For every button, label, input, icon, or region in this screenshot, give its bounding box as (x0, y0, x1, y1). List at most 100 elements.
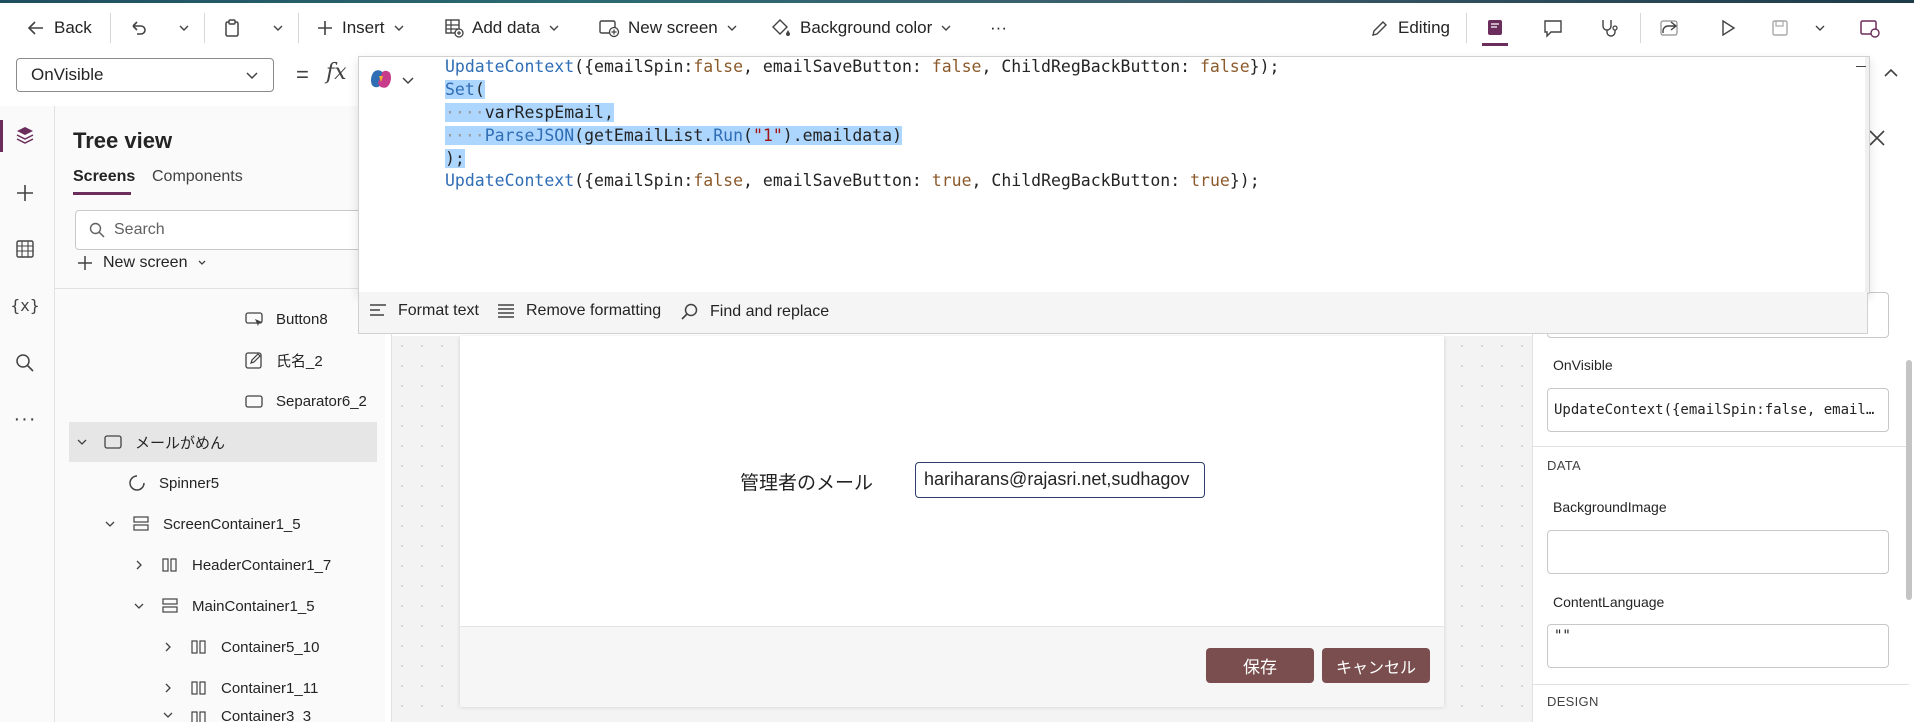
tree-item-container1-11[interactable]: Container1_11 (55, 669, 391, 707)
app-checker-notes-button[interactable] (1484, 14, 1506, 42)
rail-active-indicator (0, 120, 3, 152)
chevron-up-icon[interactable] (1882, 64, 1900, 82)
search-icon[interactable] (12, 350, 38, 376)
back-button[interactable]: Back (26, 14, 92, 42)
properties-scrollbar[interactable] (1906, 360, 1912, 600)
content-language-field[interactable]: "" (1547, 624, 1889, 668)
tree-item-label: Separator6_2 (276, 392, 367, 410)
save-app-button[interactable] (1770, 14, 1790, 42)
background-color-label: Background color (800, 18, 933, 37)
chevron-down-icon (393, 22, 405, 34)
stethoscope-icon (1598, 17, 1620, 39)
tree-item-email-screen[interactable]: メールがめん (55, 423, 391, 461)
chevron-right-icon[interactable] (132, 558, 146, 572)
more-options-button[interactable]: ··· (990, 14, 1007, 42)
chevron-down-icon (245, 68, 259, 82)
editing-mode-button[interactable]: Editing (1370, 14, 1450, 42)
tree-item-label: HeaderContainer1_7 (192, 556, 332, 574)
tree-item-label: Spinner5 (159, 474, 220, 492)
preview-button[interactable] (1718, 14, 1738, 42)
arrow-left-icon (26, 18, 46, 38)
save-button[interactable]: 保存 (1206, 648, 1314, 683)
pencil-icon (1370, 18, 1390, 38)
data-table-icon[interactable] (12, 236, 38, 262)
find-and-replace-button[interactable]: Find and replace (680, 302, 829, 322)
rectangle-icon (244, 391, 264, 411)
tree-item-screencontainer1-5[interactable]: ScreenContainer1_5 (55, 505, 391, 543)
chevron-down-icon (940, 22, 952, 34)
format-text-label: Format text (398, 302, 479, 319)
new-screen-icon (598, 18, 620, 38)
tree-search-box[interactable]: Search (75, 210, 395, 250)
save-dropdown-button[interactable] (1814, 14, 1826, 42)
property-dropdown-value: OnVisible (31, 65, 104, 84)
chevron-down-icon (178, 22, 190, 34)
chevron-down-icon (197, 258, 207, 268)
chevron-down-icon[interactable] (161, 708, 175, 722)
code-line-3: ····varRespEmail, (445, 103, 614, 122)
remove-formatting-button[interactable]: Remove formatting (496, 302, 661, 320)
admin-email-input[interactable]: hariharans@rajasri.net,sudhagov (915, 462, 1205, 498)
chevron-down-icon[interactable] (103, 517, 117, 531)
paste-button[interactable] (222, 14, 242, 42)
tab-screens[interactable]: Screens (73, 168, 135, 186)
tab-active-indicator (73, 192, 131, 195)
tree-item-headercontainer1-7[interactable]: HeaderContainer1_7 (55, 546, 391, 584)
horizontal-container-icon (189, 678, 209, 698)
chevron-down-icon (1814, 22, 1826, 34)
collapse-indicator (1856, 66, 1866, 67)
tab-components[interactable]: Components (152, 168, 243, 186)
chevron-down-icon[interactable] (132, 599, 146, 613)
copilot-icon[interactable] (369, 67, 393, 91)
tree-item-spinner5[interactable]: Spinner5 (55, 464, 391, 502)
data-section-header: DATA (1547, 458, 1581, 473)
share-button[interactable] (1658, 14, 1680, 42)
more-icon: ··· (990, 18, 1007, 37)
chevron-down-icon[interactable] (75, 435, 89, 449)
remove-formatting-icon (496, 302, 516, 320)
tree-divider (55, 288, 391, 289)
variables-icon[interactable]: {x} (11, 292, 40, 318)
chevron-right-icon[interactable] (161, 640, 175, 654)
publish-button[interactable] (1858, 14, 1880, 42)
tree-view-layers-icon[interactable] (12, 122, 38, 148)
code-line-1: UpdateContext({emailSpin:false, emailSav… (445, 57, 1280, 76)
app-checker-button[interactable] (1598, 14, 1620, 42)
tree-item-container5-10[interactable]: Container5_10 (55, 628, 391, 666)
tree-item-button8[interactable]: Button8 (55, 300, 391, 338)
button-icon (244, 309, 264, 329)
tree-item-container3-3[interactable]: Container3_3 (55, 708, 391, 722)
search-input[interactable]: Search (114, 221, 165, 239)
undo-button[interactable] (128, 14, 148, 42)
publish-icon (1858, 17, 1880, 39)
tree-item-label: 氏名_2 (276, 352, 323, 370)
comments-button[interactable] (1542, 14, 1564, 42)
search-icon (680, 302, 700, 322)
property-dropdown[interactable]: OnVisible (16, 58, 274, 92)
insert-button[interactable]: Insert (316, 14, 405, 42)
new-screen-toolbar-button[interactable]: New screen (598, 14, 738, 42)
format-text-button[interactable]: Format text (368, 302, 479, 320)
chevron-right-icon[interactable] (161, 681, 175, 695)
chevron-down-icon[interactable] (401, 73, 415, 87)
editor-scrollbar[interactable] (1865, 57, 1869, 293)
tree-item-name2[interactable]: 氏名_2 (55, 341, 391, 379)
add-data-button[interactable]: Add data (444, 14, 560, 42)
search-icon (88, 221, 106, 239)
left-nav-rail: {x} ··· (0, 106, 55, 722)
background-color-button[interactable]: Background color (770, 14, 952, 42)
onvisible-field[interactable]: UpdateContext({emailSpin:false, email… (1547, 388, 1889, 432)
command-bar: Back Insert Add data New screen Backgrou… (0, 0, 1914, 57)
cancel-button[interactable]: キャンセル (1322, 648, 1430, 683)
tree-item-maincontainer1-5[interactable]: MainContainer1_5 (55, 587, 391, 625)
new-screen-button[interactable]: New screen (77, 254, 207, 272)
paste-dropdown-button[interactable] (272, 14, 284, 42)
undo-dropdown-button[interactable] (178, 14, 190, 42)
play-icon (1718, 18, 1738, 38)
admin-email-label: 管理者のメール (740, 473, 874, 494)
more-icon[interactable]: ··· (12, 406, 38, 432)
insert-plus-icon[interactable] (12, 180, 38, 206)
tree-item-separator6-2[interactable]: Separator6_2 (55, 382, 391, 420)
background-image-field[interactable] (1547, 530, 1889, 574)
edit-icon (244, 350, 264, 370)
